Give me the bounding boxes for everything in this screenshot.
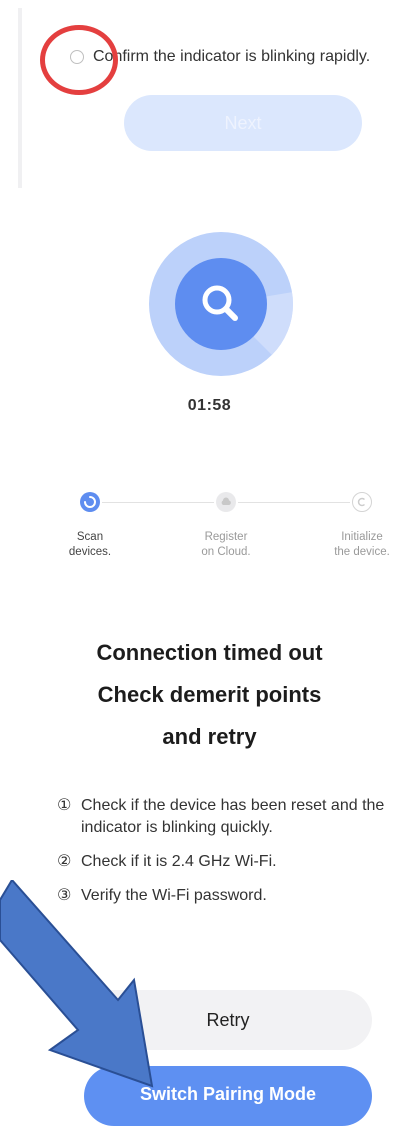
tip-number: ② (57, 853, 72, 870)
step-init-dot (352, 492, 372, 512)
tip-number: ① (57, 797, 72, 814)
confirm-checkbox-row[interactable]: Confirm the indicator is blinking rapidl… (70, 44, 370, 70)
search-icon (202, 285, 238, 321)
status-line: Check demerit points (97, 682, 322, 707)
step-label-line: Register (204, 531, 248, 543)
list-item: ① Check if the device has been reset and… (57, 795, 407, 839)
loading-icon (84, 496, 96, 508)
step-label-line: on Cloud. (201, 546, 251, 558)
cloud-icon (221, 497, 231, 505)
initialize-icon (357, 497, 366, 507)
status-message: Connection timed out Check demerit point… (0, 632, 419, 758)
list-item: ③ Verify the Wi-Fi password. (57, 885, 407, 907)
step-connector (102, 502, 214, 503)
step-cloud-dot (216, 492, 236, 512)
list-item: ② Check if it is 2.4 GHz Wi-Fi. (57, 851, 407, 873)
countdown-timer: 01:58 (187, 397, 232, 414)
tip-text: Check if the device has been reset and t… (81, 797, 385, 836)
confirm-label: Confirm the indicator is blinking rapidl… (93, 48, 371, 65)
step-label-initialize: Initialize the device. (317, 530, 407, 560)
tip-text: Check if it is 2.4 GHz Wi-Fi. (81, 853, 277, 870)
panel-divider (18, 8, 22, 188)
status-line: and retry (162, 724, 257, 749)
step-label-line: devices. (68, 546, 112, 558)
step-label-line: Scan (76, 531, 104, 543)
confirm-radio[interactable] (70, 50, 84, 64)
status-line: Connection timed out (96, 640, 323, 665)
step-label-line: Initialize (341, 531, 383, 543)
step-label-scan: Scan devices. (45, 530, 135, 560)
switch-pairing-mode-label: Switch Pairing Mode (139, 1084, 317, 1104)
scan-indicator (149, 232, 293, 376)
troubleshoot-list: ① Check if the device has been reset and… (57, 795, 407, 919)
step-connector (238, 502, 350, 503)
switch-pairing-mode-button[interactable]: Switch Pairing Mode (84, 1066, 372, 1126)
step-label-register: Register on Cloud. (181, 530, 271, 560)
scan-core (175, 258, 267, 350)
next-button[interactable]: Next (124, 95, 362, 151)
tip-number: ③ (57, 887, 72, 904)
tip-text: Verify the Wi-Fi password. (81, 887, 267, 904)
retry-button[interactable]: Retry (84, 990, 372, 1050)
step-scan-dot (80, 492, 100, 512)
confirm-panel: Confirm the indicator is blinking rapidl… (0, 0, 419, 190)
step-label-line: the device. (334, 546, 390, 558)
